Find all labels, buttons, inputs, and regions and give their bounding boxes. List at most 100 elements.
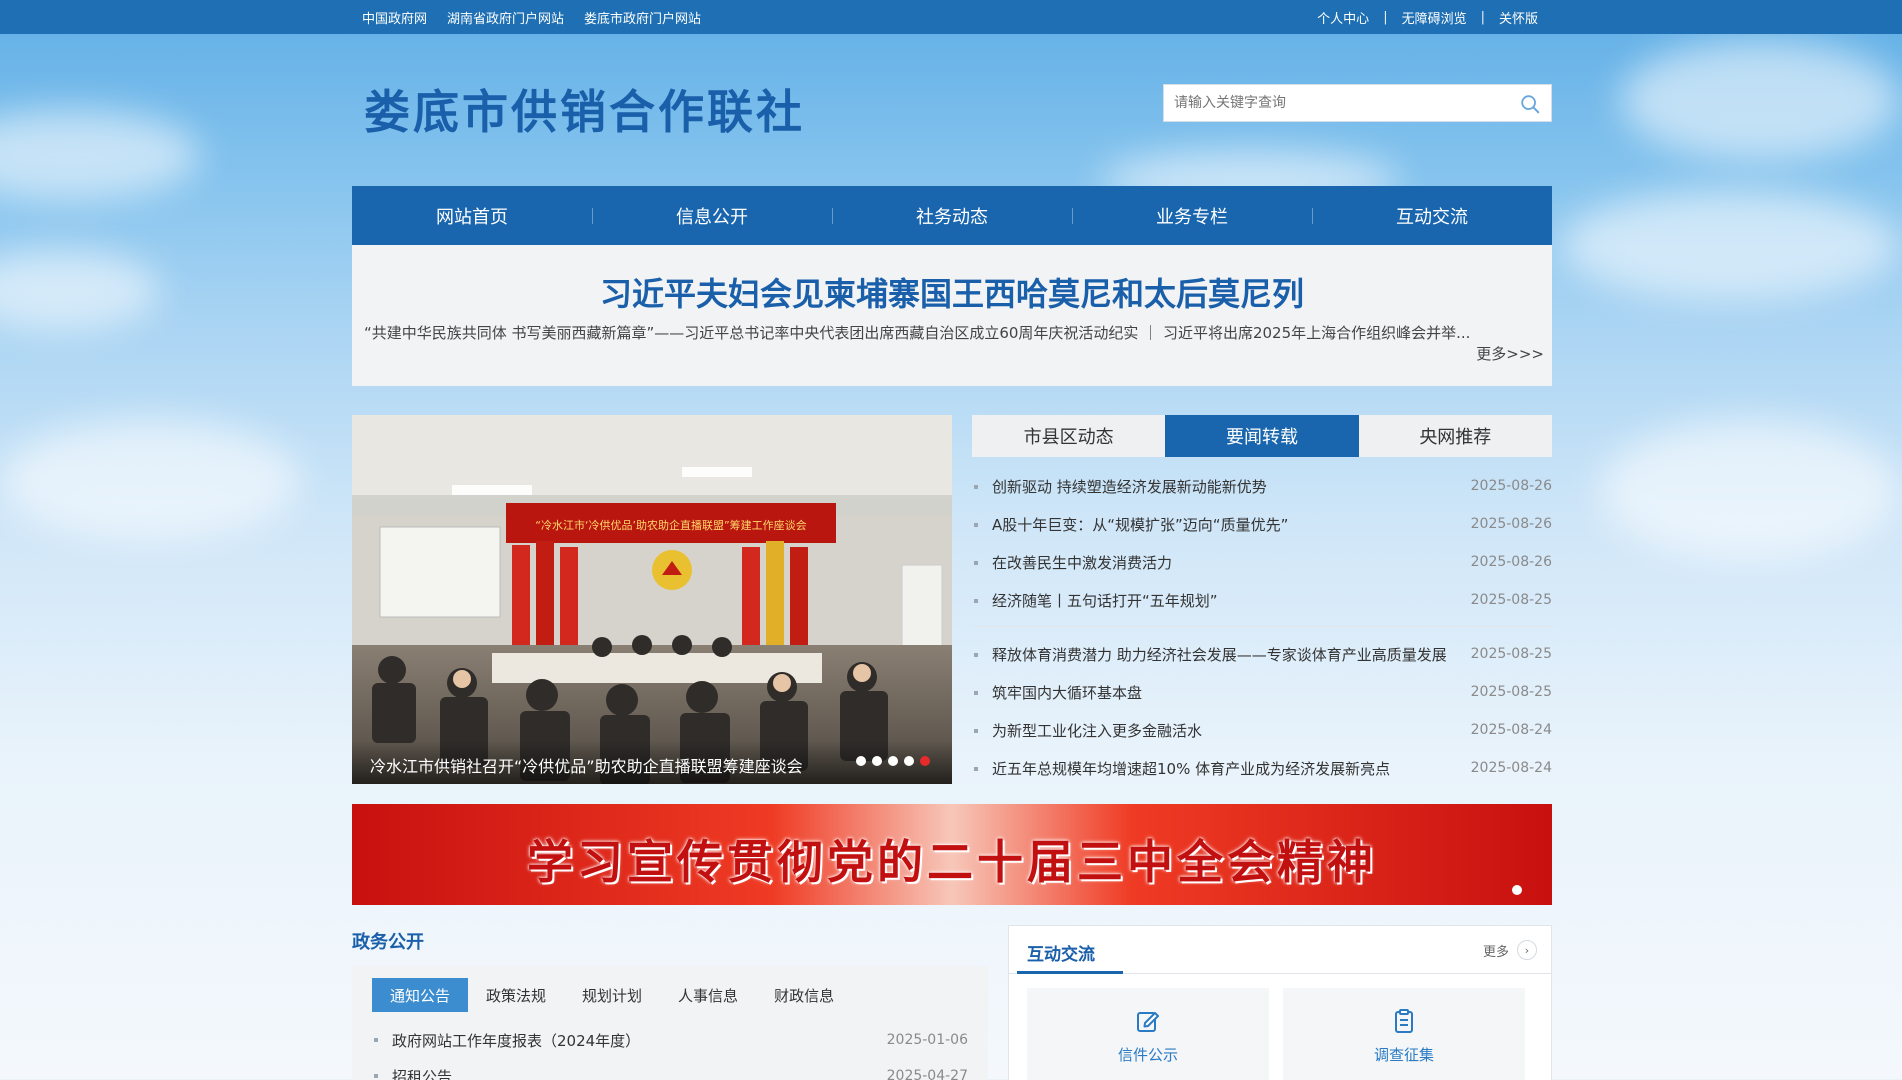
separator: | [1480, 9, 1485, 25]
nav-society-news[interactable]: 社务动态 [832, 186, 1072, 245]
separator: | [1383, 9, 1388, 25]
list-item: 为新型工业化注入更多金融活水 2025-08-24 [972, 711, 1552, 749]
slider-dot-1[interactable] [856, 756, 866, 766]
clipboard-icon [1395, 1009, 1413, 1033]
link-loudi-gov[interactable]: 娄底市政府门户网站 [584, 8, 701, 27]
more-label: 更多 [1482, 944, 1509, 960]
list-divider [972, 626, 1552, 627]
headline-title[interactable]: 习近平夫妇会见柬埔寨国王西哈莫尼和太后莫尼列 [352, 269, 1552, 315]
headline-subtitle[interactable]: “共建中华民族共同体 书写美丽西藏新篇章”——习近平总书记率中央代表团出席西藏自… [364, 322, 1544, 343]
tab-finance[interactable]: 财政信息 [756, 978, 852, 1012]
news-title[interactable]: A股十年巨变：从“规模扩张”迈向“质量优先” [992, 514, 1472, 535]
banner-dot[interactable] [1512, 885, 1522, 895]
news-panel: 市县区动态 要闻转载 央网推荐 创新驱动 持续塑造经济发展新动能新优势 2025-… [972, 415, 1552, 805]
news-date: 2025-08-25 [1470, 592, 1552, 608]
meeting-banner-text: “冷水江市‘冷供优品’助农助企直播联盟”筹建工作座谈会 [535, 518, 806, 532]
slider-dot-2[interactable] [872, 756, 882, 766]
news-date: 2025-08-26 [1470, 516, 1552, 532]
slider-dots [856, 756, 930, 766]
tab-county-news[interactable]: 市县区动态 [972, 415, 1165, 457]
interaction-heading: 互动交流 [1027, 945, 1095, 965]
news-date: 2025-08-24 [1470, 760, 1552, 776]
search-input[interactable] [1164, 85, 1494, 121]
tab-policies[interactable]: 政策法规 [468, 978, 564, 1012]
gov-list: 政府网站工作年度报表（2024年度） 2025-01-06 招租公告 2025-04… [372, 1022, 968, 1080]
news-title[interactable]: 释放体育消费潜力 助力经济社会发展——专家谈体育产业高质量发展 [992, 644, 1472, 665]
news-date: 2025-08-25 [1470, 684, 1552, 700]
gov-affairs-section: 政务公开 通知公告 政策法规 规划计划 人事信息 财政信息 政府网站工作年度报表… [352, 928, 988, 1080]
news-title[interactable]: 为新型工业化注入更多金融活水 [992, 720, 1472, 741]
cloud-decoration [0, 110, 200, 200]
nav-business-column[interactable]: 业务专栏 [1072, 186, 1312, 245]
interaction-header: 互动交流 更多 › [1009, 926, 1551, 974]
list-item: 政府网站工作年度报表（2024年度） 2025-01-06 [372, 1022, 968, 1058]
news-title[interactable]: 筑牢国内大循环基本盘 [992, 682, 1472, 703]
list-item: 释放体育消费潜力 助力经济社会发展——专家谈体育产业高质量发展 2025-08-2… [972, 635, 1552, 673]
cloud-decoration [1600, 420, 1900, 560]
news-title[interactable]: 在改善民生中激发消费活力 [992, 552, 1472, 573]
interaction-more-link[interactable]: 更多 › [1483, 940, 1537, 960]
slider-dot-4[interactable] [904, 756, 914, 766]
nav-interaction[interactable]: 互动交流 [1312, 186, 1552, 245]
link-accessibility[interactable]: 无障碍浏览 [1402, 8, 1467, 27]
gov-item-date: 2025-01-06 [886, 1032, 968, 1048]
news-title[interactable]: 经济随笔丨五句话打开“五年规划” [992, 590, 1472, 611]
card-letters[interactable]: 信件公示 [1027, 988, 1269, 1080]
slider-dot-3[interactable] [888, 756, 898, 766]
site-title[interactable]: 娄底市供销合作联社 [364, 76, 805, 142]
tab-cnr-recommend[interactable]: 央网推荐 [1359, 415, 1552, 457]
nav-home[interactable]: 网站首页 [352, 186, 592, 245]
image-slider[interactable]: “冷水江市‘冷供优品’助农助企直播联盟”筹建工作座谈会 冷水江市供销社召开“冷供… [352, 415, 952, 784]
news-title[interactable]: 近五年总规模年均增速超10% 体育产业成为经济发展新亮点 [992, 758, 1472, 779]
card-label: 调查征集 [1373, 1046, 1434, 1064]
card-survey[interactable]: 调查征集 [1283, 988, 1525, 1080]
gov-tabs: 通知公告 政策法规 规划计划 人事信息 财政信息 [372, 978, 852, 1012]
link-personal-center[interactable]: 个人中心 [1317, 8, 1369, 27]
link-china-gov[interactable]: 中国政府网 [362, 8, 427, 27]
cloud-decoration [0, 420, 300, 540]
search-box [1163, 84, 1552, 122]
interaction-section: 互动交流 更多 › 信件公示 调查征集 [1008, 925, 1552, 1080]
nav-info-disclosure[interactable]: 信息公开 [592, 186, 832, 245]
tab-plans[interactable]: 规划计划 [564, 978, 660, 1012]
link-hunan-gov[interactable]: 湖南省政府门户网站 [447, 8, 564, 27]
headline-more-link[interactable]: 更多>>> [1476, 343, 1544, 364]
link-elderly-mode[interactable]: 关怀版 [1499, 8, 1538, 27]
chevron-right-icon: › [1517, 940, 1537, 960]
main-nav: 网站首页 信息公开 社务动态 业务专栏 互动交流 [352, 186, 1552, 245]
headline-section: 习近平夫妇会见柬埔寨国王西哈莫尼和太后莫尼列 “共建中华民族共同体 书写美丽西藏… [352, 245, 1552, 386]
user-links: 个人中心 | 无障碍浏览 | 关怀版 [1317, 0, 1538, 34]
news-tabs: 市县区动态 要闻转载 央网推荐 [972, 415, 1552, 457]
cloud-decoration [1620, 40, 1900, 160]
list-item: 筑牢国内大循环基本盘 2025-08-25 [972, 673, 1552, 711]
news-date: 2025-08-24 [1470, 722, 1552, 738]
card-label: 信件公示 [1117, 1046, 1178, 1064]
list-item: 招租公告 2025-04-27 [372, 1058, 968, 1080]
list-item: 经济随笔丨五句话打开“五年规划” 2025-08-25 [972, 581, 1552, 619]
gov-item-title[interactable]: 政府网站工作年度报表（2024年度） [392, 1030, 640, 1051]
gov-item-date: 2025-04-27 [886, 1068, 968, 1080]
heading-underline [1017, 971, 1123, 974]
tab-reprinted-news[interactable]: 要闻转载 [1165, 415, 1359, 457]
news-title[interactable]: 创新驱动 持续塑造经济发展新动能新优势 [992, 476, 1472, 497]
slider-dot-5[interactable] [920, 756, 930, 766]
meeting-photo: “冷水江市‘冷供优品’助农助企直播联盟”筹建工作座谈会 [352, 415, 952, 784]
list-item: A股十年巨变：从“规模扩张”迈向“质量优先” 2025-08-26 [972, 505, 1552, 543]
campaign-banner[interactable]: 学习宣传贯彻党的二十届三中全会精神 [352, 804, 1552, 905]
gov-links: 中国政府网 湖南省政府门户网站 娄底市政府门户网站 [362, 0, 701, 34]
list-item: 在改善民生中激发消费活力 2025-08-26 [972, 543, 1552, 581]
gov-affairs-heading: 政务公开 [352, 932, 424, 953]
news-date: 2025-08-25 [1470, 646, 1552, 662]
top-bar: 中国政府网 湖南省政府门户网站 娄底市政府门户网站 个人中心 | 无障碍浏览 |… [0, 0, 1902, 34]
gov-item-title[interactable]: 招租公告 [392, 1066, 452, 1080]
news-date: 2025-08-26 [1470, 478, 1552, 494]
edit-icon [1137, 1012, 1159, 1032]
cloud-decoration [1560, 190, 1900, 300]
tab-personnel[interactable]: 人事信息 [660, 978, 756, 1012]
slider-caption-text[interactable]: 冷水江市供销社召开“冷供优品”助农助企直播联盟筹建座谈会 [370, 753, 803, 777]
list-item: 近五年总规模年均增速超10% 体育产业成为经济发展新亮点 2025-08-24 [972, 749, 1552, 787]
cloud-decoration [0, 250, 160, 330]
search-icon[interactable] [1519, 93, 1541, 115]
list-item: 创新驱动 持续塑造经济发展新动能新优势 2025-08-26 [972, 467, 1552, 505]
tab-notices[interactable]: 通知公告 [372, 978, 469, 1012]
